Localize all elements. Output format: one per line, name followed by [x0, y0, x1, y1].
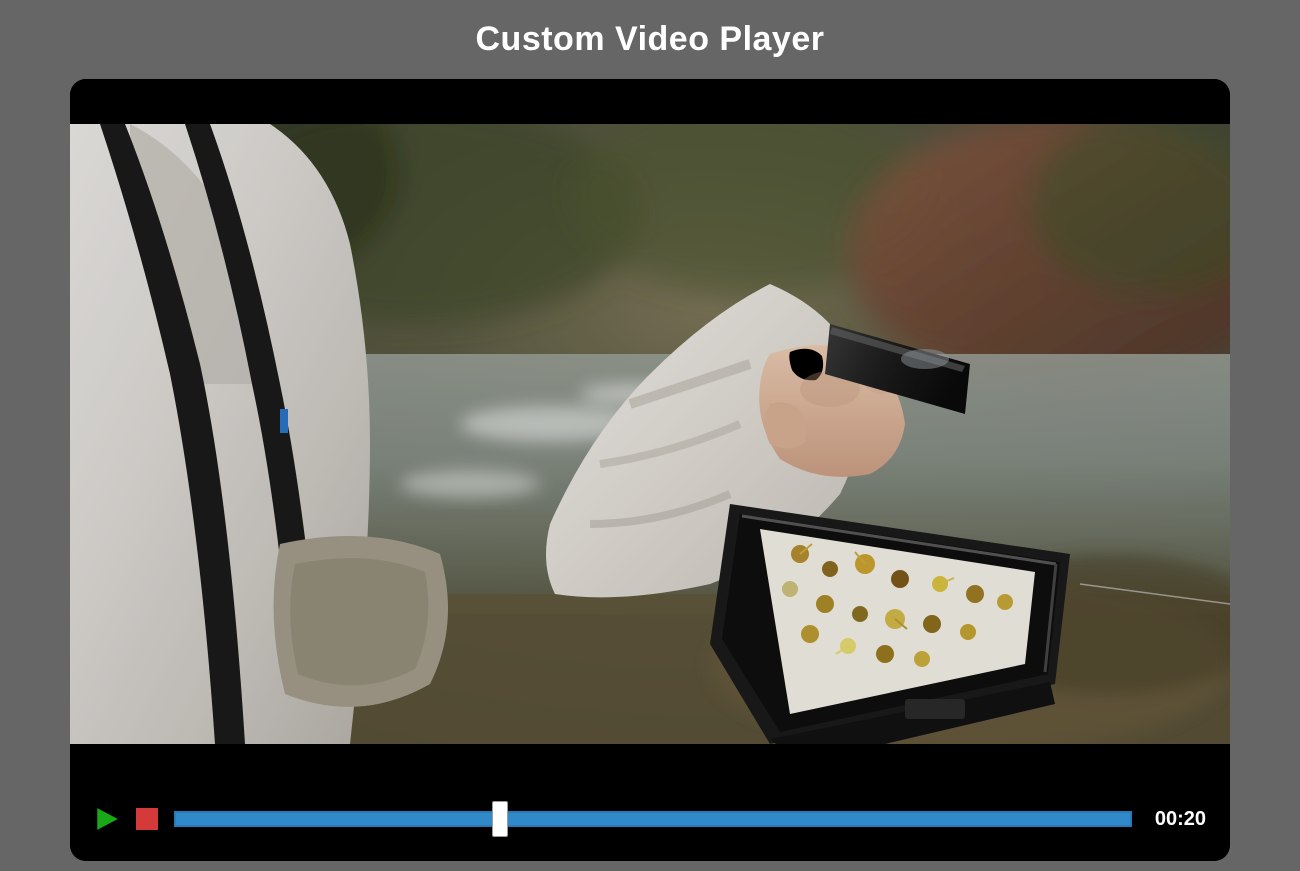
- stop-icon: [136, 808, 158, 830]
- video-viewport[interactable]: [70, 79, 1230, 789]
- video-frame: [70, 124, 1230, 744]
- stop-button[interactable]: [136, 808, 158, 830]
- progress-bar[interactable]: [174, 803, 1132, 835]
- play-button[interactable]: [94, 806, 120, 832]
- progress-thumb[interactable]: [492, 801, 508, 837]
- play-icon: [94, 806, 120, 832]
- timestamp: 00:20: [1148, 808, 1206, 831]
- controls-bar: 00:20: [70, 789, 1230, 861]
- video-player: 00:20: [70, 79, 1230, 861]
- progress-track: [174, 811, 1132, 827]
- page-title: Custom Video Player: [0, 0, 1300, 79]
